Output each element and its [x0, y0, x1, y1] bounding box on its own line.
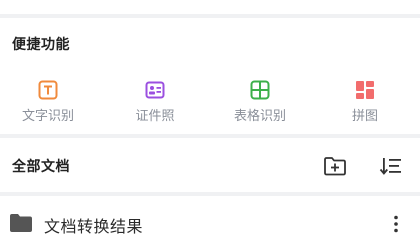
feature-collage[interactable]: 拼图 [325, 80, 405, 124]
more-vertical-icon[interactable] [392, 214, 400, 234]
quick-actions-panel: 便捷功能 文字识别 证件照 表格识别 拼图 [0, 18, 420, 134]
top-card-edge [0, 0, 420, 14]
feature-label: 表格识别 [233, 109, 286, 124]
id-photo-icon [145, 80, 165, 100]
collage-icon [355, 80, 375, 100]
feature-id-photo[interactable]: 证件照 [115, 80, 195, 124]
feature-label: 文字识别 [21, 109, 74, 124]
feature-label: 拼图 [351, 109, 378, 124]
add-folder-icon[interactable] [323, 154, 347, 178]
quick-actions-title: 便捷功能 [12, 37, 70, 53]
documents-title: 全部文档 [12, 159, 70, 175]
table-recognition-icon [250, 80, 270, 100]
document-row[interactable]: 文档转换结果 [0, 196, 420, 252]
feature-table-recognition[interactable]: 表格识别 [220, 80, 300, 124]
feature-label: 证件照 [135, 109, 175, 124]
sort-icon[interactable] [379, 154, 403, 178]
feature-text-recognition[interactable]: 文字识别 [8, 80, 88, 124]
folder-icon [10, 214, 32, 232]
documents-header: 全部文档 [0, 138, 420, 192]
document-name: 文档转换结果 [44, 217, 144, 236]
text-recognition-icon [38, 80, 58, 100]
